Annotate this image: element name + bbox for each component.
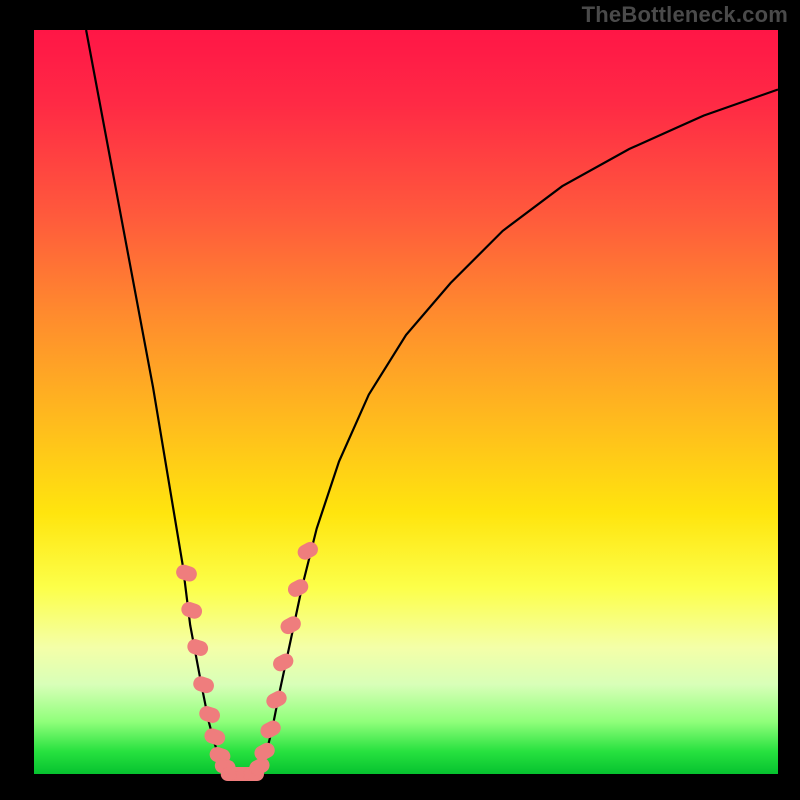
- marker-point: [186, 638, 209, 657]
- marker-point: [286, 577, 310, 599]
- curve-left-arm: [86, 30, 230, 774]
- marker-point: [180, 601, 203, 620]
- marker-point: [252, 741, 276, 763]
- watermark-text: TheBottleneck.com: [582, 2, 788, 28]
- plot-area: [34, 30, 778, 774]
- marker-point: [198, 705, 221, 724]
- chart-frame: TheBottleneck.com: [0, 0, 800, 800]
- marker-point: [264, 689, 288, 711]
- marker-point: [175, 563, 198, 582]
- curve-right-arm: [257, 90, 778, 775]
- curve-layer: [86, 30, 778, 774]
- chart-svg: [34, 30, 778, 774]
- marker-point: [258, 719, 282, 741]
- marker-point: [296, 540, 320, 562]
- marker-point: [279, 614, 303, 636]
- marker-point: [192, 675, 215, 694]
- marker-point: [271, 652, 295, 674]
- marker-point: [203, 727, 226, 746]
